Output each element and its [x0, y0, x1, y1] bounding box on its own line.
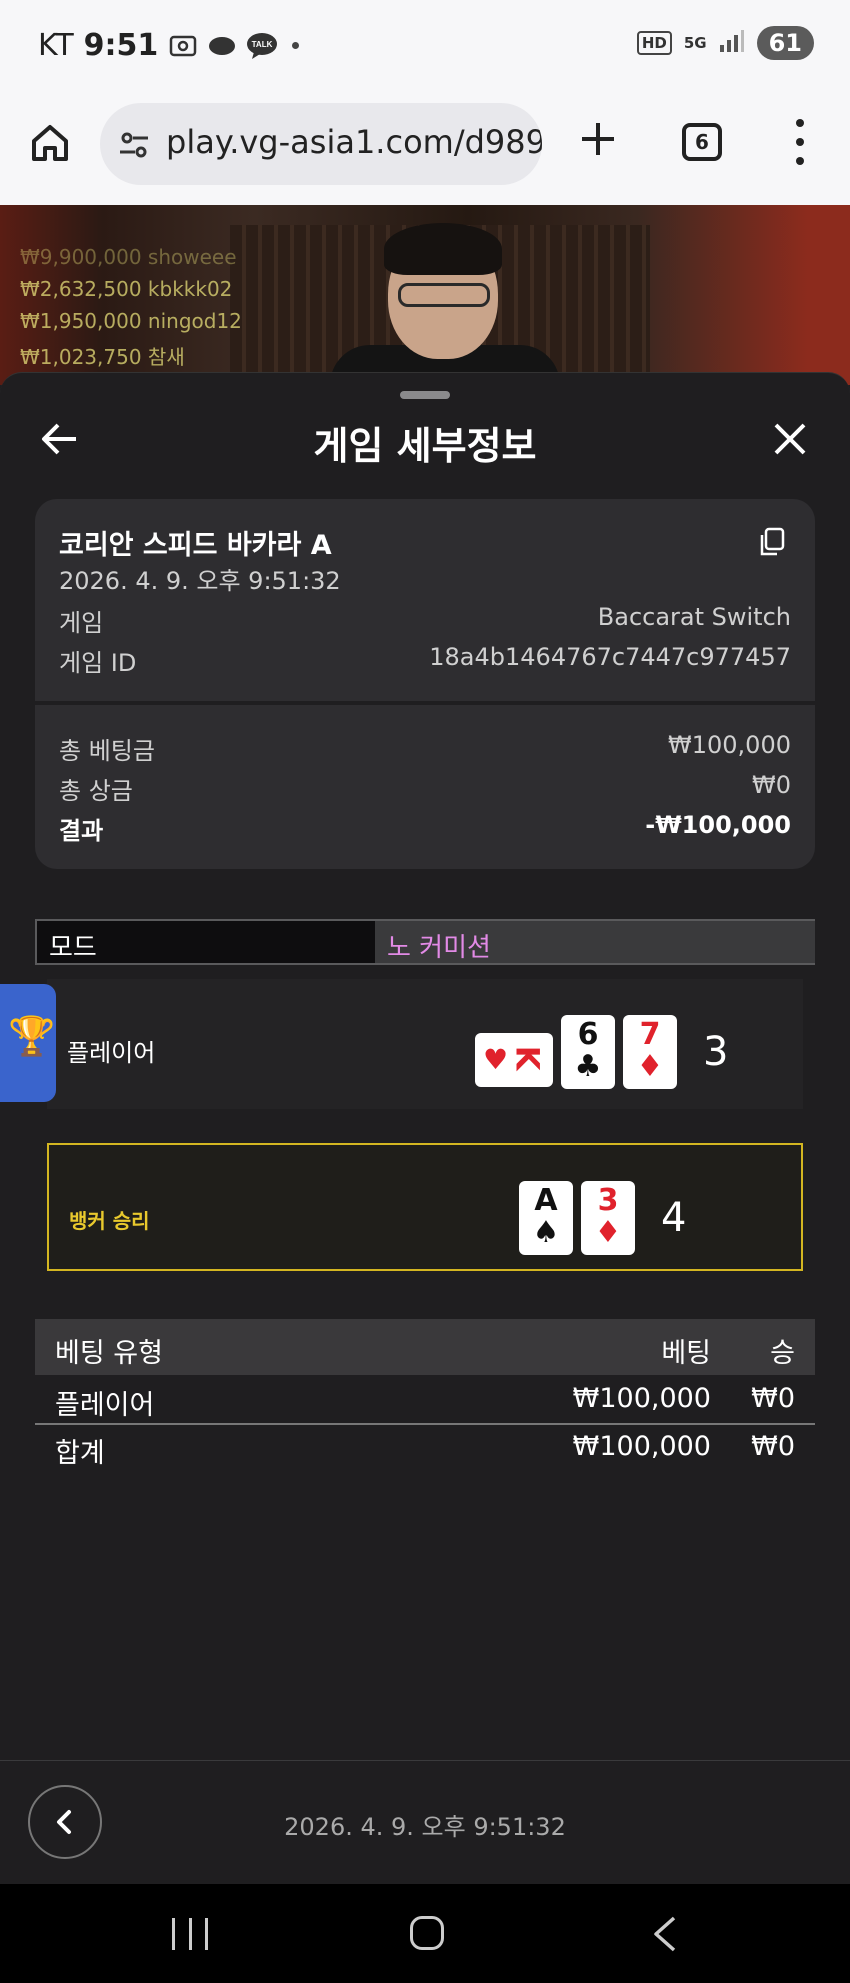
playing-card: ♥ K — [475, 1033, 553, 1087]
tab-switcher-button[interactable]: 6 — [682, 123, 722, 161]
table-total-row: 합계 ₩100,000 ₩0 — [35, 1425, 815, 1469]
trophy-icon: 🏆 — [8, 1014, 56, 1058]
game-id-row: 게임 ID 18a4b1464767c7447c977457 — [59, 643, 791, 678]
status-right: HD 5G 61 — [636, 26, 814, 60]
carrier-label: KT — [38, 28, 74, 63]
live-video: ₩9,900,000 showeee ₩2,632,500 kbkkk02 ₩1… — [0, 205, 850, 385]
more-menu-icon[interactable] — [792, 119, 808, 165]
nav-back-icon[interactable] — [650, 1916, 680, 1952]
card-suit: ♥ — [483, 1043, 509, 1076]
card-rank: 3 — [597, 1183, 619, 1218]
mode-value: 노 커미션 — [387, 933, 491, 963]
total-win-label: 총 상금 — [59, 777, 133, 805]
banker-label: 뱅커 승리 — [69, 1209, 150, 1233]
card-suit: ♠ — [532, 1215, 560, 1250]
cloud-icon — [208, 34, 236, 58]
row-bet: ₩100,000 — [572, 1383, 711, 1414]
screen: KT 9:51 TALK HD 5G 61 play.vg-asia1.com/… — [0, 0, 850, 1983]
mode-row: 모드 노 커미션 — [35, 919, 815, 965]
total-bet-label: 총 베팅금 — [59, 737, 155, 765]
dealer-glasses — [398, 283, 490, 307]
total-win-value: ₩0 — [752, 771, 791, 799]
home-button-icon[interactable] — [410, 1916, 444, 1950]
card-rank: K — [508, 1045, 547, 1071]
browser-toolbar: play.vg-asia1.com/d9896 6 — [0, 95, 850, 205]
dealer-hair — [384, 223, 502, 275]
total-bet: ₩100,000 — [572, 1431, 711, 1462]
signal-icon — [719, 29, 745, 58]
recent-apps-icon[interactable] — [172, 1918, 208, 1950]
playing-card: 6 ♣ — [561, 1015, 615, 1089]
leaderboard-entry: ₩1,950,000 ningod12 — [20, 309, 242, 333]
footer-datetime: 2026. 4. 9. 오후 9:51:32 — [284, 1813, 566, 1841]
notification-dot-icon — [292, 42, 300, 49]
table-header: 베팅 유형 베팅 승 — [35, 1319, 815, 1375]
close-icon[interactable] — [772, 421, 808, 457]
hd-badge: HD — [636, 31, 672, 55]
leaderboard-entry: ₩1,023,750 참새 — [20, 345, 185, 369]
game-details-sheet: 게임 세부정보 코리안 스피드 바카라 A 2026. 4. 9. 오후 9:5… — [0, 372, 850, 1884]
card-suit: ♣ — [574, 1049, 602, 1084]
playing-card: A ♠ — [519, 1181, 573, 1255]
card-rank: A — [534, 1183, 558, 1218]
card-rank: 7 — [639, 1017, 661, 1052]
sheet-title: 게임 세부정보 — [313, 424, 537, 468]
home-icon[interactable] — [28, 121, 72, 165]
mode-label: 모드 — [49, 933, 97, 963]
table-row: 플레이어 ₩100,000 ₩0 — [35, 1377, 815, 1421]
mode-value-cell: 노 커미션 — [375, 921, 815, 963]
leaderboard-entry: ₩2,632,500 kbkkk02 — [20, 277, 233, 301]
total-bet-value: ₩100,000 — [668, 731, 791, 759]
url-text: play.vg-asia1.com/d9896 — [166, 123, 542, 161]
result-row: 결과 -₩100,000 — [59, 811, 791, 846]
new-tab-icon[interactable] — [578, 119, 618, 159]
total-win-row: 총 상금 ₩0 — [59, 771, 791, 806]
game-value: Baccarat Switch — [597, 603, 791, 631]
result-value: -₩100,000 — [645, 811, 791, 839]
game-id-value: 18a4b1464767c7447c977457 — [429, 643, 791, 671]
row-win: ₩0 — [751, 1383, 795, 1414]
total-type: 합계 — [55, 1438, 105, 1469]
talk-label: TALK — [252, 40, 273, 49]
playing-card: 3 ♦ — [581, 1181, 635, 1255]
game-summary-card: 코리안 스피드 바카라 A 2026. 4. 9. 오후 9:51:32 게임 … — [35, 499, 815, 869]
total-bet-row: 총 베팅금 ₩100,000 — [59, 731, 791, 766]
total-win: ₩0 — [751, 1431, 795, 1462]
status-bar: KT 9:51 TALK HD 5G 61 — [0, 0, 850, 95]
copy-icon[interactable] — [759, 527, 785, 557]
card-suit: ♦ — [594, 1215, 622, 1250]
game-name: 코리안 스피드 바카라 A — [59, 530, 332, 561]
card-suit: ♦ — [636, 1049, 664, 1084]
card-rank: 6 — [577, 1017, 599, 1052]
leaderboard-entry: ₩9,900,000 showeee — [20, 245, 237, 269]
battery-indicator: 61 — [756, 26, 814, 60]
player-score: 3 — [703, 1029, 729, 1075]
drag-handle[interactable] — [400, 391, 450, 399]
sheet-footer: 2026. 4. 9. 오후 9:51:32 — [0, 1760, 850, 1884]
status-left: KT 9:51 TALK — [38, 28, 300, 63]
header-bet-type: 베팅 유형 — [55, 1338, 163, 1369]
network-indicator: 5G — [683, 34, 707, 52]
trophy-side-tab[interactable]: 🏆 — [0, 984, 56, 1102]
player-hand: 플레이어 ♥ K 6 ♣ 7 ♦ 3 — [47, 979, 803, 1109]
row-bet-type: 플레이어 — [55, 1390, 155, 1421]
player-label: 플레이어 — [67, 1039, 156, 1067]
game-datetime: 2026. 4. 9. 오후 9:51:32 — [59, 567, 341, 595]
banker-hand: 뱅커 승리 A ♠ 3 ♦ 4 — [47, 1143, 803, 1271]
game-row: 게임 Baccarat Switch — [59, 603, 791, 638]
game-id-label: 게임 ID — [59, 649, 137, 677]
site-settings-icon[interactable] — [118, 129, 150, 161]
playing-card: 7 ♦ — [623, 1015, 677, 1089]
header-bet: 베팅 — [661, 1338, 711, 1369]
result-label: 결과 — [59, 817, 104, 845]
screenshot-icon — [168, 32, 198, 60]
divider — [35, 701, 815, 705]
header-win: 승 — [770, 1338, 795, 1369]
system-nav-bar — [0, 1884, 850, 1983]
banker-score: 4 — [661, 1195, 687, 1241]
kakaotalk-icon: TALK — [246, 32, 278, 60]
clock: 9:51 — [83, 28, 159, 63]
game-label: 게임 — [59, 609, 104, 637]
address-bar[interactable]: play.vg-asia1.com/d9896 — [100, 103, 542, 185]
